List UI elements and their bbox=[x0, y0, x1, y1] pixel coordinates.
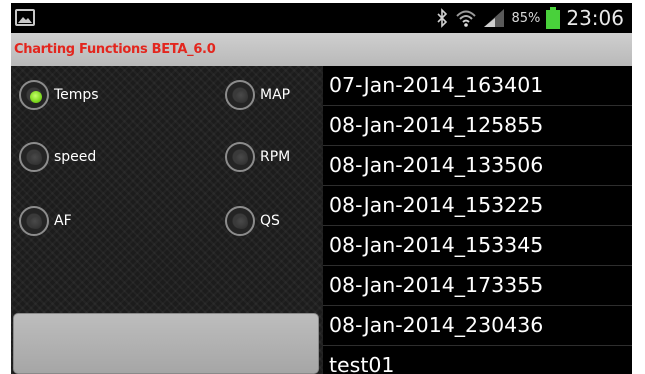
title-bar: Charting Functions BETA_6.0 bbox=[11, 33, 632, 66]
radio-label: Temps bbox=[54, 87, 99, 103]
signal-icon bbox=[484, 9, 505, 27]
radio-button-icon[interactable] bbox=[225, 80, 255, 110]
list-item[interactable]: test01 bbox=[323, 346, 632, 374]
wifi-icon bbox=[456, 10, 477, 27]
radio-label: QS bbox=[260, 213, 280, 229]
radio-button-icon[interactable] bbox=[19, 142, 49, 172]
radio-button-icon[interactable] bbox=[225, 206, 255, 236]
radio-label: MAP bbox=[260, 87, 291, 103]
list-item[interactable]: 08-Jan-2014_230436 bbox=[323, 306, 632, 346]
radio-button-icon[interactable] bbox=[19, 80, 49, 110]
list-item[interactable]: 07-Jan-2014_163401 bbox=[323, 66, 632, 106]
action-button[interactable] bbox=[13, 313, 319, 374]
radio-map[interactable]: MAP bbox=[225, 80, 290, 110]
radio-label: speed bbox=[54, 149, 97, 165]
radio-label: AF bbox=[54, 213, 72, 229]
battery-icon bbox=[546, 7, 561, 29]
status-bar: 85% 23:06 bbox=[11, 3, 632, 33]
clock: 23:06 bbox=[566, 6, 624, 30]
file-list: 07-Jan-2014_163401 08-Jan-2014_125855 08… bbox=[323, 66, 632, 374]
battery-percent: 85% bbox=[511, 10, 541, 26]
radio-qs[interactable]: QS bbox=[225, 206, 280, 236]
list-item[interactable]: 08-Jan-2014_153345 bbox=[323, 226, 632, 266]
radio-button-icon[interactable] bbox=[19, 206, 49, 236]
list-item[interactable]: 08-Jan-2014_125855 bbox=[323, 106, 632, 146]
gallery-icon bbox=[15, 9, 35, 26]
list-item[interactable]: 08-Jan-2014_153225 bbox=[323, 186, 632, 226]
radio-speed[interactable]: speed bbox=[19, 142, 96, 172]
radio-rpm[interactable]: RPM bbox=[225, 142, 290, 172]
options-panel: Temps MAP speed RPM AF QS bbox=[11, 66, 323, 374]
app-title: Charting Functions BETA_6.0 bbox=[14, 42, 216, 57]
radio-button-icon[interactable] bbox=[225, 142, 255, 172]
radio-label: RPM bbox=[260, 149, 291, 165]
radio-af[interactable]: AF bbox=[19, 206, 72, 236]
list-item[interactable]: 08-Jan-2014_173355 bbox=[323, 266, 632, 306]
list-item[interactable]: 08-Jan-2014_133506 bbox=[323, 146, 632, 186]
bluetooth-icon bbox=[437, 8, 448, 28]
radio-temps[interactable]: Temps bbox=[19, 80, 99, 110]
